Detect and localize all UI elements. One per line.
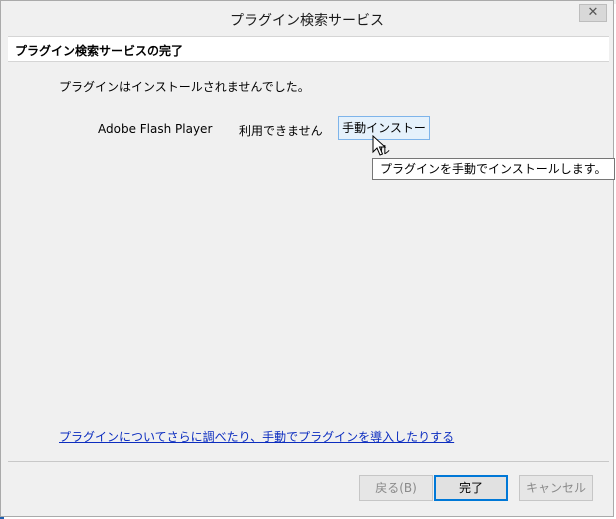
finish-button[interactable]: 完了 — [434, 475, 508, 501]
title-bar[interactable]: プラグイン検索サービス ✕ — [1, 1, 613, 33]
tooltip: プラグインを手動でインストールします。 — [372, 158, 615, 180]
plugin-status: 利用できません — [239, 124, 323, 138]
window-title: プラグイン検索サービス — [230, 13, 384, 29]
close-icon: ✕ — [587, 5, 599, 20]
wizard-header: プラグイン検索サービスの完了 — [8, 36, 609, 62]
more-info-link[interactable]: プラグインについてさらに調べたり、手動でプラグインを導入したりする — [59, 428, 454, 445]
close-button[interactable]: ✕ — [579, 4, 607, 22]
footer-divider — [8, 461, 609, 462]
mouse-cursor-icon — [372, 135, 387, 156]
cancel-button[interactable]: キャンセル — [519, 475, 593, 501]
back-button[interactable]: 戻る(B) — [359, 475, 433, 501]
page-title: プラグイン検索サービスの完了 — [15, 44, 184, 58]
plugin-finder-dialog: プラグイン検索サービス ✕ プラグイン検索サービスの完了 プラグインはインストー… — [0, 0, 615, 517]
status-message: プラグインはインストールされませんでした。 — [59, 80, 310, 94]
wizard-content: プラグインはインストールされませんでした。 Adobe Flash Player… — [8, 62, 615, 461]
plugin-name: Adobe Flash Player — [98, 122, 213, 136]
